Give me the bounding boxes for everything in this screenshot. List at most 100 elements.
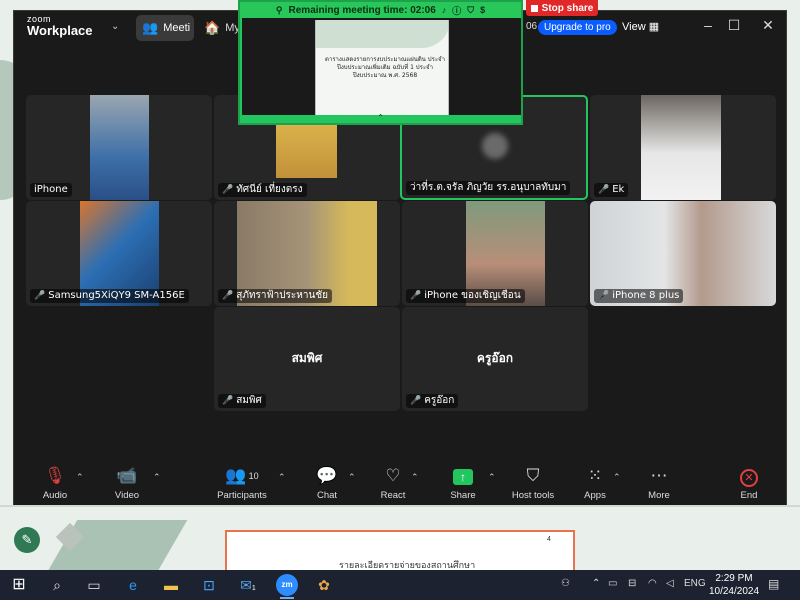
folder-icon[interactable]: ▬ xyxy=(160,574,182,596)
chevron-down-icon[interactable]: ⌄ xyxy=(111,21,119,32)
windows-taskbar: ⊞ ⌕ ▭ e ▬ ⊡ ✉1 zm ✿ ⚇ ⌃ ▭ ⊟ ◠ ◁ ENG 2:29… xyxy=(0,570,800,600)
tab-label: Meeti xyxy=(163,22,191,34)
host-tools-button[interactable]: ⛉ Host tools xyxy=(501,465,565,501)
clock-time: 2:29 PM xyxy=(715,573,753,584)
people-icon[interactable]: ⚇ xyxy=(561,578,570,589)
page-mark: 4 xyxy=(547,536,551,543)
share-button[interactable]: ↑ Share xyxy=(431,465,495,501)
more-button[interactable]: ⋯ More xyxy=(627,465,691,501)
participant-name: ว่าที่ร.ต.จรัล ภิญวัย รร.อนุบาลทับมา xyxy=(406,181,571,195)
avatar xyxy=(482,133,508,159)
slide-text: ตารางแสดงรายการงบประมาณแผ่นดิน ประจำปีงบ… xyxy=(325,56,445,79)
divider xyxy=(0,505,800,507)
apps-label: Apps xyxy=(584,490,606,501)
react-button[interactable]: ♡ React xyxy=(361,465,425,501)
participant-video xyxy=(276,125,337,178)
mic-icon[interactable]: ♪ xyxy=(442,5,447,15)
notification-icon[interactable]: ▤ xyxy=(768,577,779,591)
apps-button[interactable]: ⁙ Apps xyxy=(563,465,627,501)
mic-muted-icon: 🎤 xyxy=(222,396,234,406)
participant-tile[interactable]: iPhone xyxy=(26,95,212,200)
stop-share-button[interactable]: Stop share xyxy=(526,0,598,16)
participants-button[interactable]: 👥 10 Participants xyxy=(210,465,274,501)
participant-tile[interactable]: 🎤 iPhone ของเชิญเชือน xyxy=(402,201,588,306)
end-label: End xyxy=(740,490,758,501)
end-button[interactable]: ✕ End xyxy=(717,465,781,501)
store-icon[interactable]: ⊡ xyxy=(198,574,220,596)
participant-tile[interactable]: 🎤 สุภัทราฟ้าประหานชัย xyxy=(214,201,400,306)
windows-start-icon[interactable]: ⊞ xyxy=(8,574,30,596)
video-button[interactable]: 📹 Video xyxy=(95,465,159,501)
participant-name: 🎤 ทัศนีย์ เที่ยงตรง xyxy=(218,183,307,197)
participant-tile[interactable]: สมพิศ 🎤 สมพิศ xyxy=(214,307,400,411)
meeting-icon: 👥 xyxy=(142,20,159,35)
more-label: More xyxy=(648,490,670,501)
task-view-icon[interactable]: ▭ xyxy=(83,574,105,596)
mail-icon[interactable]: ✉1 xyxy=(237,574,259,596)
logo-line2: Workplace xyxy=(27,23,93,38)
end-icon: ✕ xyxy=(740,469,758,487)
participant-tile[interactable]: 🎤 Samsung5XiQY9 SM-A156E xyxy=(26,201,212,306)
participants-options-caret[interactable]: ⌃ xyxy=(278,472,286,483)
chevron-up-icon[interactable]: ⌃ xyxy=(592,578,600,589)
audio-button[interactable]: 🎙 Audio xyxy=(23,465,87,501)
remaining-time-text: Remaining meeting time: 02:06 xyxy=(288,4,436,16)
maximize-icon[interactable]: ☐ xyxy=(724,17,744,34)
apps-options-caret[interactable]: ⌃ xyxy=(613,472,621,483)
participant-name: 🎤 iPhone 8 plus xyxy=(594,289,684,303)
edge-icon[interactable]: e xyxy=(122,574,144,596)
mic-muted-icon: 🎤 xyxy=(598,291,610,301)
wifi-icon[interactable]: ◠ xyxy=(648,578,657,589)
battery-icon[interactable]: ▭ xyxy=(608,578,617,589)
chevron-up-icon[interactable]: ⌃ xyxy=(240,113,521,123)
shared-screen-preview: ตารางแสดงรายการงบประมาณแผ่นดิน ประจำปีงบ… xyxy=(242,18,521,115)
security-icon[interactable]: ⛉ xyxy=(467,5,474,16)
shared-slide: ตารางแสดงรายการงบประมาณแผ่นดิน ประจำปีงบ… xyxy=(315,20,449,115)
participant-tile[interactable]: 🎤 iPhone 8 plus xyxy=(590,201,776,306)
view-button[interactable]: View ▦ xyxy=(622,20,659,33)
share-label: Share xyxy=(450,490,476,501)
tab-meetings[interactable]: 👥 Meeti xyxy=(136,15,194,41)
paint-icon[interactable]: ✿ xyxy=(313,574,335,596)
shield-icon: ⛉ xyxy=(526,466,540,485)
volume-icon[interactable]: ◁ xyxy=(666,578,674,589)
mic-muted-icon: 🎤 xyxy=(222,185,234,195)
clock[interactable]: 2:29 PM 10/24/2024 xyxy=(708,572,760,598)
chat-label: Chat xyxy=(316,490,338,501)
participant-name: 🎤 iPhone ของเชิญเชือน xyxy=(406,289,525,303)
participants-count: 10 xyxy=(248,471,259,481)
participant-tile[interactable]: ครูอ๊อก 🎤 ครูอ๊อก xyxy=(402,307,588,411)
drag-handle-icon[interactable]: ⚲ xyxy=(276,5,283,16)
host-tools-label: Host tools xyxy=(511,490,555,501)
participant-name: 🎤 ครูอ๊อก xyxy=(406,394,459,408)
zoom-icon[interactable]: zm xyxy=(276,574,298,596)
language-indicator[interactable]: ENG xyxy=(684,578,706,589)
view-label: View xyxy=(622,21,646,33)
video-options-caret[interactable]: ⌃ xyxy=(153,472,161,483)
minimize-icon[interactable]: – xyxy=(698,17,718,33)
info-icon[interactable]: ⓘ xyxy=(452,4,461,17)
chat-options-caret[interactable]: ⌃ xyxy=(348,472,356,483)
upgrade-button[interactable]: Upgrade to pro xyxy=(538,20,617,35)
mic-muted-icon: 🎤 xyxy=(410,291,422,301)
pencil-icon[interactable]: ✎ xyxy=(14,527,40,553)
meeting-timer-overlay[interactable]: ⚲ Remaining meeting time: 02:06 ♪ ⓘ ⛉ $ … xyxy=(238,0,523,125)
audio-options-caret[interactable]: ⌃ xyxy=(76,472,84,483)
video-gallery: iPhone 🎤 ทัศนีย์ เที่ยงตรง ว่าที่ร.ต.จรัล… xyxy=(26,95,776,413)
share-icon: ↑ xyxy=(453,469,473,485)
video-label: Video xyxy=(114,490,140,501)
share-options-caret[interactable]: ⌃ xyxy=(488,472,496,483)
grid-icon: ▦ xyxy=(648,21,660,33)
more-icon: ⋯ xyxy=(650,466,668,485)
network-icon[interactable]: ⊟ xyxy=(628,578,636,589)
search-icon[interactable]: ⌕ xyxy=(46,574,68,596)
close-icon[interactable]: ✕ xyxy=(758,17,778,34)
participants-label: Participants xyxy=(217,490,267,501)
dollar-icon[interactable]: $ xyxy=(480,5,485,15)
clock-date: 10/24/2024 xyxy=(708,586,760,597)
stop-icon xyxy=(530,4,538,12)
chat-button[interactable]: 💬 Chat xyxy=(295,465,359,501)
react-options-caret[interactable]: ⌃ xyxy=(411,472,419,483)
participant-tile[interactable]: 🎤 Ek xyxy=(590,95,776,200)
participant-video xyxy=(90,95,149,200)
